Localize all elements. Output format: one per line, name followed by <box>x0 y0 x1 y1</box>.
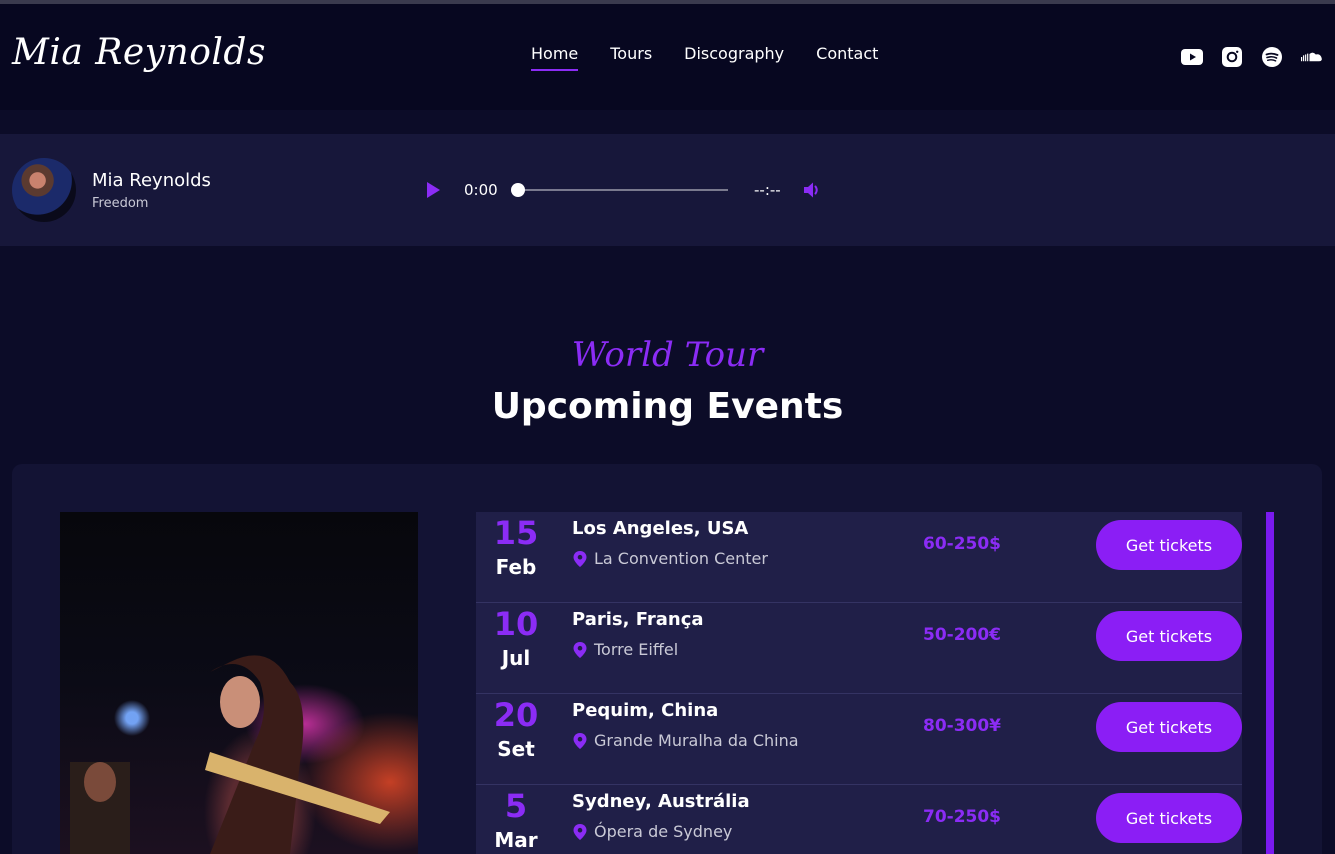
event-price: 80-300¥ <box>922 716 1002 736</box>
event-row: 10 Jul Paris, França Torre Eiffel 50-200… <box>476 603 1242 694</box>
event-row: 5 Mar Sydney, Austrália Ópera de Sydney … <box>476 785 1242 854</box>
track-duration: --:-- <box>754 181 781 199</box>
event-row: 15 Feb Los Angeles, USA La Convention Ce… <box>476 512 1242 603</box>
audio-player: Mia Reynolds Freedom 0:00 --:-- <box>0 134 1335 246</box>
concert-photo <box>60 512 418 854</box>
event-day: 20 <box>493 696 539 734</box>
events-scrollbar[interactable] <box>1266 512 1274 854</box>
event-day: 10 <box>493 605 539 643</box>
event-venue: Grande Muralha da China <box>594 731 799 750</box>
seek-handle[interactable] <box>511 183 525 197</box>
event-city: Paris, França <box>572 609 704 630</box>
get-tickets-button[interactable]: Get tickets <box>1096 793 1242 843</box>
event-month: Feb <box>495 555 537 579</box>
location-pin-icon <box>573 733 587 749</box>
player-artist-name: Mia Reynolds <box>92 170 211 191</box>
section-kicker: World Tour <box>571 335 764 375</box>
get-tickets-button[interactable]: Get tickets <box>1096 520 1242 570</box>
youtube-icon[interactable] <box>1181 46 1203 68</box>
events-list: 15 Feb Los Angeles, USA La Convention Ce… <box>476 512 1242 854</box>
location-pin-icon <box>573 824 587 840</box>
play-icon[interactable] <box>424 180 442 200</box>
instagram-icon[interactable] <box>1221 46 1243 68</box>
event-month: Mar <box>494 828 538 852</box>
player-track-name: Freedom <box>92 196 149 211</box>
event-month: Set <box>497 737 535 761</box>
event-venue: La Convention Center <box>594 549 768 568</box>
nav-discography[interactable]: Discography <box>684 44 784 71</box>
nav-home[interactable]: Home <box>531 44 579 71</box>
event-day: 5 <box>504 787 528 825</box>
nav-tours[interactable]: Tours <box>610 44 652 71</box>
spotify-icon[interactable] <box>1261 46 1283 68</box>
event-price: 60-250$ <box>922 534 1002 554</box>
event-venue: Torre Eiffel <box>594 640 679 659</box>
event-city: Sydney, Austrália <box>572 791 750 812</box>
nav-contact[interactable]: Contact <box>816 44 878 71</box>
current-time: 0:00 <box>464 181 498 199</box>
event-day: 15 <box>493 514 539 552</box>
event-venue: Ópera de Sydney <box>594 822 733 841</box>
get-tickets-button[interactable]: Get tickets <box>1096 611 1242 661</box>
location-pin-icon <box>573 551 587 567</box>
volume-icon[interactable] <box>802 180 824 200</box>
get-tickets-button[interactable]: Get tickets <box>1096 702 1242 752</box>
section-title: Upcoming Events <box>491 386 844 427</box>
seek-rail <box>512 189 728 191</box>
event-month: Jul <box>501 646 531 670</box>
event-city: Pequim, China <box>572 700 719 721</box>
seek-bar[interactable] <box>511 183 728 197</box>
site-logo[interactable]: Mia Reynolds <box>12 32 266 73</box>
event-city: Los Angeles, USA <box>572 518 749 539</box>
main-nav: Home Tours Discography Contact <box>531 44 878 71</box>
artist-avatar <box>12 158 76 222</box>
site-header: Mia Reynolds Home Tours Discography Cont… <box>0 4 1335 110</box>
event-price: 50-200€ <box>922 625 1002 645</box>
location-pin-icon <box>573 642 587 658</box>
event-price: 70-250$ <box>922 807 1002 827</box>
event-row: 20 Set Pequim, China Grande Muralha da C… <box>476 694 1242 785</box>
soundcloud-icon[interactable] <box>1301 46 1323 68</box>
social-links <box>1181 46 1323 68</box>
